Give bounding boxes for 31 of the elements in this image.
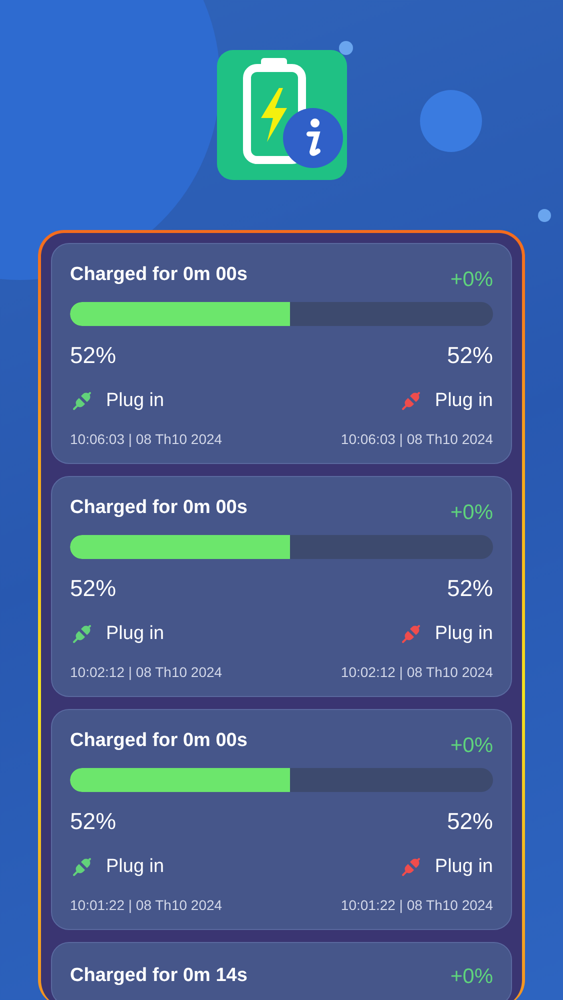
end-percent: 52% bbox=[446, 808, 493, 835]
end-percent: 52% bbox=[446, 575, 493, 602]
end-percent: 52% bbox=[446, 342, 493, 369]
gain-percent: +0% bbox=[450, 965, 493, 989]
gain-percent: +0% bbox=[450, 268, 493, 292]
session-title: Charged for 0m 00s bbox=[70, 264, 248, 286]
start-time: 10:06:03 | 08 Th10 2024 bbox=[70, 431, 222, 447]
session-title: Charged for 0m 00s bbox=[70, 497, 248, 519]
start-time: 10:01:22 | 08 Th10 2024 bbox=[70, 897, 222, 913]
background-bubble bbox=[538, 209, 551, 222]
background-bubble bbox=[339, 41, 353, 55]
start-time: 10:02:12 | 08 Th10 2024 bbox=[70, 664, 222, 680]
start-percent: 52% bbox=[70, 575, 116, 602]
gain-percent: +0% bbox=[450, 734, 493, 758]
end-time: 10:06:03 | 08 Th10 2024 bbox=[340, 431, 493, 447]
session-title: Charged for 0m 00s bbox=[70, 730, 248, 752]
gain-percent: +0% bbox=[450, 501, 493, 525]
end-label: Plug in bbox=[434, 623, 493, 645]
end-time: 10:01:22 | 08 Th10 2024 bbox=[340, 897, 493, 913]
plug-icon bbox=[70, 389, 94, 413]
session-title: Charged for 0m 14s bbox=[70, 965, 248, 987]
end-label: Plug in bbox=[434, 856, 493, 878]
plug-icon bbox=[70, 622, 94, 646]
plug-icon bbox=[70, 855, 94, 879]
end-time: 10:02:12 | 08 Th10 2024 bbox=[340, 664, 493, 680]
start-percent: 52% bbox=[70, 342, 116, 369]
start-label: Plug in bbox=[106, 390, 164, 412]
start-label: Plug in bbox=[106, 623, 164, 645]
start-label: Plug in bbox=[106, 856, 164, 878]
end-label: Plug in bbox=[434, 390, 493, 412]
start-percent: 52% bbox=[70, 808, 116, 835]
